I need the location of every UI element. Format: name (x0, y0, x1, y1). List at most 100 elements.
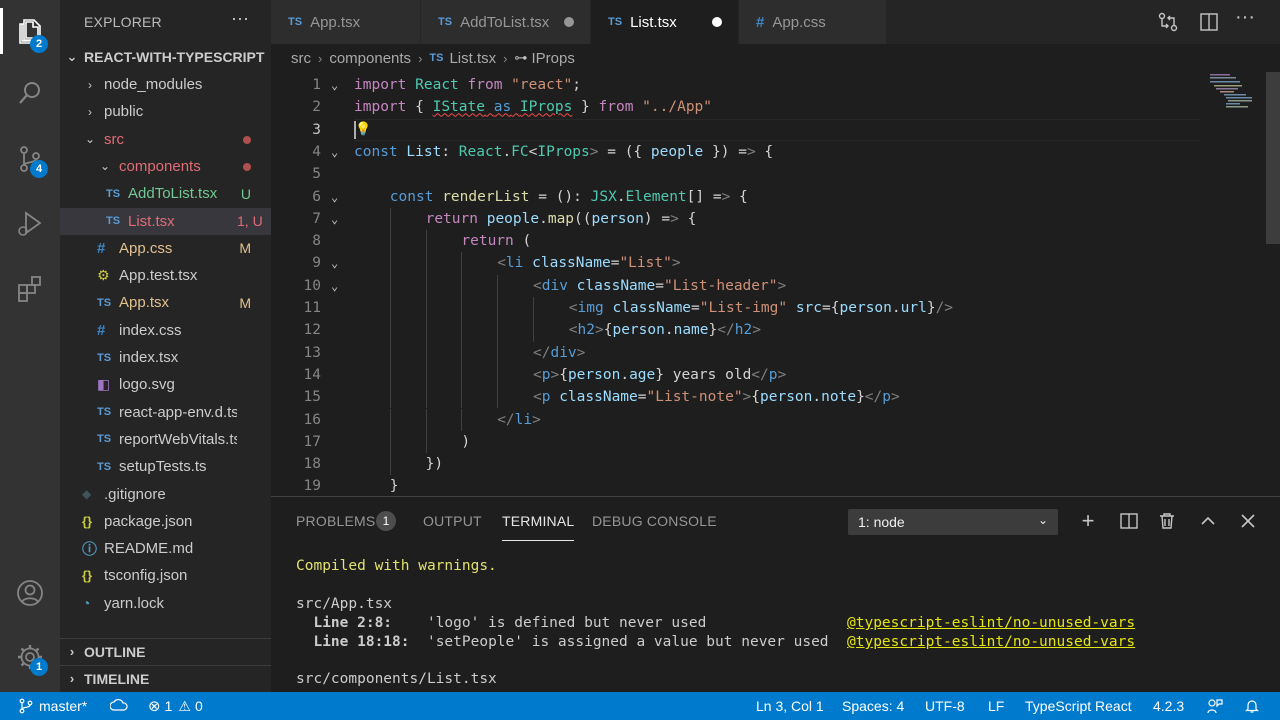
terminal-rule[interactable]: @typescript-eslint/no-unused-vars (847, 634, 1135, 650)
tree-item[interactable]: ◆ .gitignore (60, 481, 271, 508)
tree-item[interactable]: ⓘ README.md (60, 535, 271, 562)
tree-item[interactable]: {} package.json (60, 508, 271, 535)
tree-item[interactable]: TS reportWebVitals.ts (60, 426, 271, 453)
sync-icon[interactable] (110, 692, 128, 720)
run-debug-icon[interactable] (0, 196, 60, 250)
minimap[interactable] (1206, 72, 1266, 112)
chevron-up-icon[interactable] (1196, 509, 1220, 533)
terminal-select[interactable]: 1: node ⌄ (848, 509, 1058, 535)
encoding[interactable]: UTF-8 (925, 692, 965, 720)
language-mode[interactable]: TypeScript React (1025, 692, 1132, 720)
code-line[interactable]: 7 ⌄ return people.map((person) => { (271, 208, 1280, 230)
fold-chevron-icon[interactable]: ⌄ (331, 186, 338, 208)
tree-item[interactable]: # index.css (60, 317, 271, 344)
code-line[interactable]: 1 ⌄ import React from "react"; (271, 74, 1280, 96)
tree-item[interactable]: ⌄ components (60, 153, 271, 180)
breadcrumb-file[interactable]: List.tsx (449, 50, 496, 67)
lightbulb-icon[interactable]: 💡 (355, 119, 371, 141)
feedback-icon[interactable] (1206, 692, 1224, 720)
typescript-version[interactable]: 4.2.3 (1153, 692, 1184, 720)
branch-indicator[interactable]: master* (18, 692, 87, 720)
search-icon[interactable] (0, 66, 60, 120)
end-of-line[interactable]: LF (988, 692, 1004, 720)
tab-app-tsx[interactable]: TS App.tsx (271, 0, 420, 44)
code-line[interactable]: 10 ⌄ <div className="List-header"> (271, 275, 1280, 297)
more-actions-icon[interactable]: ··· (231, 8, 249, 29)
tab-terminal[interactable]: TERMINAL (502, 513, 575, 541)
tree-item[interactable]: TS setupTests.ts (60, 453, 271, 480)
split-terminal-icon[interactable] (1117, 509, 1141, 533)
code-line[interactable]: 13 </div> (271, 342, 1280, 364)
tree-item[interactable]: ⚙ App.test.tsx (60, 262, 271, 289)
code-line[interactable]: 4 ⌄ const List: React.FC<IProps> = ({ peop… (271, 141, 1280, 163)
indent-guide (461, 252, 463, 275)
terminal-rule[interactable]: @typescript-eslint/no-unused-vars (847, 615, 1135, 631)
tree-item[interactable]: ⌄ src (60, 126, 271, 153)
code-line[interactable]: 18}) (271, 453, 1280, 475)
editor-scrollbar[interactable] (1266, 72, 1280, 244)
source-control-icon[interactable]: 4 (0, 132, 60, 186)
new-terminal-icon[interactable]: + (1076, 508, 1100, 533)
notifications-bell-icon[interactable] (1244, 692, 1260, 720)
code-line[interactable]: 5 (271, 163, 1280, 185)
unsaved-dot-icon[interactable] (564, 17, 574, 27)
code-line[interactable]: 19} (271, 475, 1280, 496)
unsaved-dot-icon[interactable] (712, 17, 722, 27)
code-line[interactable]: 6 ⌄ const renderList = (): JSX.Element[] =… (271, 186, 1280, 208)
tree-item[interactable]: TS App.tsx M (60, 289, 271, 316)
breadcrumb-components[interactable]: components (329, 50, 411, 67)
tab-debug-console[interactable]: DEBUG CONSOLE (592, 513, 717, 529)
timeline-section-header[interactable]: › TIMELINE (60, 665, 271, 691)
tab-problems[interactable]: PROBLEMS (296, 513, 375, 529)
code-line[interactable]: 9 ⌄ <li className="List"> (271, 252, 1280, 274)
code-editor[interactable]: 1 ⌄ import React from "react"; 2 import { IS… (271, 72, 1280, 496)
explorer-icon[interactable]: 2 (0, 4, 60, 58)
more-actions-icon[interactable]: ··· (1235, 6, 1259, 30)
tree-item[interactable]: TS index.tsx (60, 344, 271, 371)
eslint-rule-link[interactable]: @typescript-eslint/no-unused-vars (847, 615, 1135, 631)
code-line[interactable]: 12 <h2>{person.name}</h2> (271, 319, 1280, 341)
split-editor-icon[interactable] (1197, 10, 1221, 34)
tab-output[interactable]: OUTPUT (423, 513, 482, 529)
tree-item[interactable]: TS react-app-env.d.ts (60, 399, 271, 426)
tab-app-css[interactable]: # App.css (739, 0, 886, 44)
line-number: 13 (303, 344, 321, 361)
code-line[interactable]: 8 return ( (271, 230, 1280, 252)
problems-indicator[interactable]: ⊗ 1 ⚠ 0 (148, 692, 203, 720)
indentation[interactable]: Spaces: 4 (842, 692, 904, 720)
code-line[interactable]: 11 <img className="List-img" src={person.… (271, 297, 1280, 319)
code-line[interactable]: 2 import { IState as IProps } from "../Ap… (271, 96, 1280, 118)
tree-item[interactable]: TS List.tsx 1, U (60, 207, 271, 235)
tree-item[interactable]: # App.css M (60, 235, 271, 262)
tab-list-tsx[interactable]: TS List.tsx (591, 0, 738, 44)
fold-chevron-icon[interactable]: ⌄ (331, 208, 338, 230)
extensions-icon[interactable] (0, 262, 60, 316)
breadcrumb-symbol[interactable]: IProps (532, 50, 575, 67)
cursor-position[interactable]: Ln 3, Col 1 (756, 692, 824, 720)
code-line[interactable]: 16 </li> (271, 409, 1280, 431)
code-line[interactable]: 17) (271, 431, 1280, 453)
project-section-header[interactable]: ⌄ REACT-WITH-TYPESCRIPT (60, 44, 271, 70)
tree-item[interactable]: › node_modules (60, 71, 271, 98)
outline-section-header[interactable]: › OUTLINE (60, 638, 271, 664)
close-icon[interactable] (1236, 509, 1260, 533)
fold-chevron-icon[interactable]: ⌄ (331, 74, 338, 96)
fold-chevron-icon[interactable]: ⌄ (331, 275, 338, 297)
trash-icon[interactable] (1155, 509, 1179, 533)
code-line[interactable]: 14 <p>{person.age} years old</p> (271, 364, 1280, 386)
tree-item[interactable]: ◔ yarn.lock (60, 590, 271, 617)
tree-item[interactable]: {} tsconfig.json (60, 562, 271, 589)
tree-item[interactable]: › public (60, 98, 271, 125)
code-line[interactable]: 15 <p className="List-note">{person.note}… (271, 386, 1280, 408)
settings-gear-icon[interactable]: 1 (0, 630, 60, 684)
open-changes-icon[interactable] (1156, 10, 1180, 34)
eslint-rule-link[interactable]: @typescript-eslint/no-unused-vars (847, 634, 1135, 650)
tab-addtolist-tsx[interactable]: TS AddToList.tsx (421, 0, 590, 44)
accounts-icon[interactable] (0, 566, 60, 620)
tree-item[interactable]: ◧ logo.svg (60, 371, 271, 398)
code-line[interactable]: 💡 3 (271, 118, 1280, 141)
fold-chevron-icon[interactable]: ⌄ (331, 252, 338, 274)
breadcrumb-src[interactable]: src (291, 50, 311, 67)
tree-item[interactable]: TS AddToList.tsx U (60, 180, 271, 207)
fold-chevron-icon[interactable]: ⌄ (331, 141, 338, 163)
